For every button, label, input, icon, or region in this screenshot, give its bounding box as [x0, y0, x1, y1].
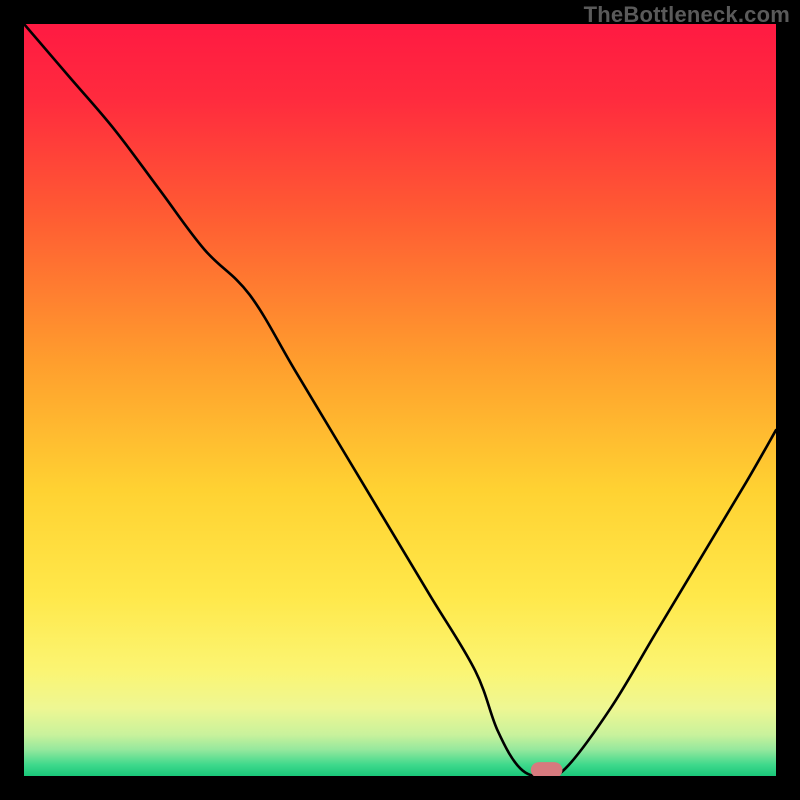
gradient-background	[24, 24, 776, 776]
watermark-text: TheBottleneck.com	[584, 2, 790, 28]
chart-frame: TheBottleneck.com	[0, 0, 800, 800]
bottleneck-chart	[24, 24, 776, 776]
optimum-marker	[531, 762, 563, 776]
